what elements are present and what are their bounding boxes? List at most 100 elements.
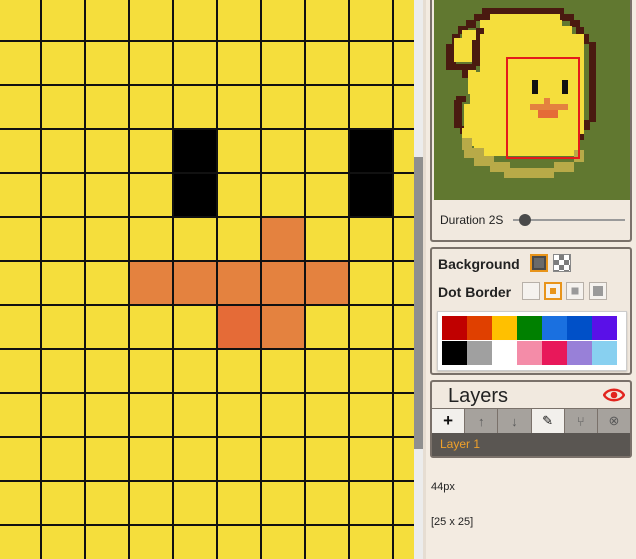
pixel-cell[interactable]: [174, 350, 218, 394]
pixel-cell[interactable]: [394, 218, 414, 262]
background-dark-button[interactable]: [530, 254, 548, 272]
pixel-cell[interactable]: [0, 306, 42, 350]
pixel-cell[interactable]: [42, 42, 86, 86]
delete-layer-button[interactable]: ⊗: [597, 409, 631, 433]
pixel-cell[interactable]: [130, 42, 174, 86]
pixel-cell[interactable]: [42, 306, 86, 350]
pixel-cell[interactable]: [262, 0, 306, 42]
pixel-cell[interactable]: [350, 174, 394, 218]
pixel-cell[interactable]: [218, 482, 262, 526]
pixel-cell[interactable]: [86, 306, 130, 350]
pixel-cell[interactable]: [174, 526, 218, 559]
pixel-cell[interactable]: [130, 174, 174, 218]
scrollbar-thumb[interactable]: [414, 157, 423, 449]
pixel-cell[interactable]: [394, 526, 414, 559]
pixel-cell[interactable]: [350, 526, 394, 559]
dot-border-small-button[interactable]: [544, 282, 562, 300]
pixel-cell[interactable]: [0, 482, 42, 526]
move-layer-up-button[interactable]: ↑: [465, 409, 499, 433]
pixel-cell[interactable]: [174, 482, 218, 526]
pixel-cell[interactable]: [350, 306, 394, 350]
pixel-cell[interactable]: [262, 438, 306, 482]
pixel-cell[interactable]: [262, 218, 306, 262]
pixel-cell[interactable]: [306, 482, 350, 526]
pixel-cell[interactable]: [86, 394, 130, 438]
pixel-cell[interactable]: [0, 42, 42, 86]
pixel-cell[interactable]: [130, 130, 174, 174]
pixel-cell[interactable]: [350, 0, 394, 42]
pixel-cell[interactable]: [350, 438, 394, 482]
pixel-cell[interactable]: [218, 130, 262, 174]
pixel-cell[interactable]: [394, 130, 414, 174]
palette-color-swatch[interactable]: [517, 341, 542, 365]
pixel-cell[interactable]: [306, 262, 350, 306]
pixel-cell[interactable]: [218, 438, 262, 482]
pixel-cell[interactable]: [218, 394, 262, 438]
pixel-cell[interactable]: [306, 0, 350, 42]
pixel-cell[interactable]: [174, 218, 218, 262]
palette-color-swatch[interactable]: [442, 316, 467, 340]
pixel-cell[interactable]: [42, 174, 86, 218]
pixel-cell[interactable]: [130, 218, 174, 262]
pixel-cell[interactable]: [42, 0, 86, 42]
pixel-cell[interactable]: [86, 350, 130, 394]
pixel-cell[interactable]: [350, 130, 394, 174]
rename-layer-button[interactable]: ✎: [531, 409, 565, 433]
pixel-cell[interactable]: [262, 526, 306, 559]
pixel-cell[interactable]: [394, 350, 414, 394]
pixel-cell[interactable]: [130, 482, 174, 526]
pixel-cell[interactable]: [218, 42, 262, 86]
pixel-cell[interactable]: [218, 262, 262, 306]
pixel-cell[interactable]: [86, 42, 130, 86]
pixel-cell[interactable]: [42, 130, 86, 174]
pixel-cell[interactable]: [0, 86, 42, 130]
pixel-cell[interactable]: [174, 174, 218, 218]
pixel-cell[interactable]: [174, 130, 218, 174]
palette-color-swatch[interactable]: [442, 341, 467, 365]
pixel-cell[interactable]: [130, 438, 174, 482]
pixel-cell[interactable]: [86, 438, 130, 482]
pixel-cell[interactable]: [218, 526, 262, 559]
pixel-cell[interactable]: [218, 350, 262, 394]
duration-slider-knob[interactable]: [518, 214, 531, 226]
pixel-cell[interactable]: [350, 262, 394, 306]
pixel-cell[interactable]: [0, 0, 42, 42]
pixel-cell[interactable]: [350, 350, 394, 394]
pixel-cell[interactable]: [218, 86, 262, 130]
pixel-cell[interactable]: [0, 438, 42, 482]
pixel-cell[interactable]: [394, 306, 414, 350]
dot-border-none-button[interactable]: [522, 282, 540, 300]
palette-color-swatch[interactable]: [517, 316, 542, 340]
pixel-cell[interactable]: [350, 218, 394, 262]
pixel-cell[interactable]: [42, 86, 86, 130]
pixel-cell[interactable]: [42, 218, 86, 262]
pixel-cell[interactable]: [306, 350, 350, 394]
palette-color-swatch[interactable]: [542, 316, 567, 340]
pixel-cell[interactable]: [42, 482, 86, 526]
pixel-cell[interactable]: [0, 394, 42, 438]
pixel-cell[interactable]: [306, 526, 350, 559]
add-layer-button[interactable]: +: [432, 409, 466, 433]
dot-border-medium-button[interactable]: [566, 282, 584, 300]
pixel-cell[interactable]: [86, 130, 130, 174]
pixel-cell[interactable]: [86, 262, 130, 306]
duration-slider[interactable]: [513, 214, 626, 226]
pixel-cell[interactable]: [86, 174, 130, 218]
pixel-cell[interactable]: [42, 262, 86, 306]
pixel-cell[interactable]: [86, 218, 130, 262]
pixel-cell[interactable]: [174, 306, 218, 350]
pixel-cell[interactable]: [0, 174, 42, 218]
palette-color-swatch[interactable]: [492, 341, 517, 365]
pixel-cell[interactable]: [306, 394, 350, 438]
pixel-cell[interactable]: [394, 438, 414, 482]
pixel-cell[interactable]: [394, 174, 414, 218]
pixel-cell[interactable]: [394, 394, 414, 438]
pixel-cell[interactable]: [394, 42, 414, 86]
pixel-cell[interactable]: [130, 0, 174, 42]
layer-item[interactable]: Layer 1: [432, 433, 630, 456]
pixel-cell[interactable]: [42, 394, 86, 438]
pixel-cell[interactable]: [0, 262, 42, 306]
preview-thumbnail[interactable]: [434, 0, 630, 200]
pixel-cell[interactable]: [306, 306, 350, 350]
pixel-cell[interactable]: [86, 0, 130, 42]
